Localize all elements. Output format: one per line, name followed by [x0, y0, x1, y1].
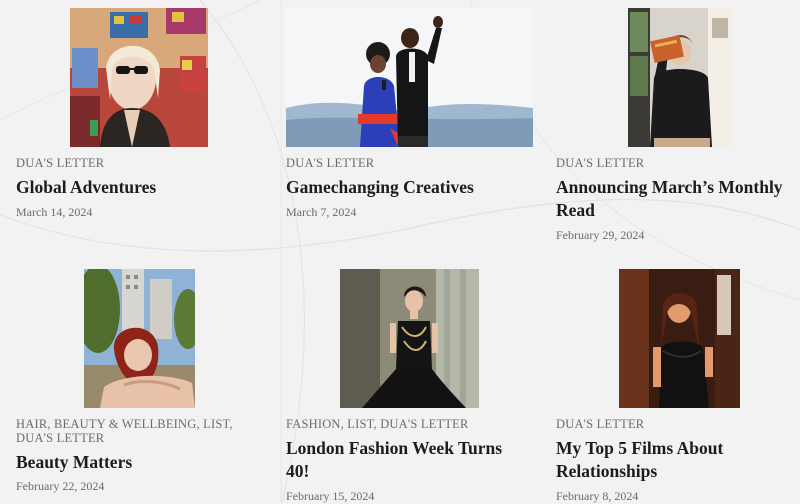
post-title[interactable]: Global Adventures — [16, 176, 251, 199]
post-thumbnail[interactable] — [340, 269, 479, 408]
post-image — [619, 269, 740, 408]
post-title[interactable]: London Fashion Week Turns 40! — [286, 437, 521, 483]
post-title[interactable]: Gamechanging Creatives — [286, 176, 521, 199]
post-category[interactable]: DUA'S LETTER — [556, 156, 796, 170]
post-image — [286, 8, 533, 147]
post-image — [340, 269, 479, 408]
post-thumbnail[interactable] — [84, 269, 195, 408]
post-title[interactable]: My Top 5 Films About Relationships — [556, 437, 791, 483]
post-category[interactable]: DUA'S LETTER — [286, 156, 526, 170]
post-date: March 7, 2024 — [286, 205, 357, 219]
post-date: February 22, 2024 — [16, 479, 105, 493]
post-thumbnail[interactable] — [286, 8, 533, 147]
post-thumbnail[interactable] — [70, 8, 208, 147]
post-date: February 29, 2024 — [556, 228, 645, 242]
post-image — [70, 8, 208, 147]
post-title[interactable]: Beauty Matters — [16, 451, 251, 474]
post-category[interactable]: FASHION, LIST, DUA'S LETTER — [286, 417, 526, 431]
post-date: February 15, 2024 — [286, 489, 375, 503]
post-title[interactable]: Announcing March’s Monthly Read — [556, 176, 791, 222]
post-category[interactable]: DUA'S LETTER — [556, 417, 796, 431]
post-thumbnail[interactable] — [619, 269, 740, 408]
post-image — [84, 269, 195, 408]
posts-grid: DUA'S LETTER Global Adventures March 14,… — [0, 0, 800, 503]
post-category[interactable]: HAIR, BEAUTY & WELLBEING, LIST, DUA'S LE… — [16, 417, 256, 445]
post-date: March 14, 2024 — [16, 205, 93, 219]
post-image — [628, 8, 731, 147]
post-category[interactable]: DUA'S LETTER — [16, 156, 256, 170]
post-date: February 8, 2024 — [556, 489, 639, 503]
post-thumbnail[interactable] — [628, 8, 731, 147]
